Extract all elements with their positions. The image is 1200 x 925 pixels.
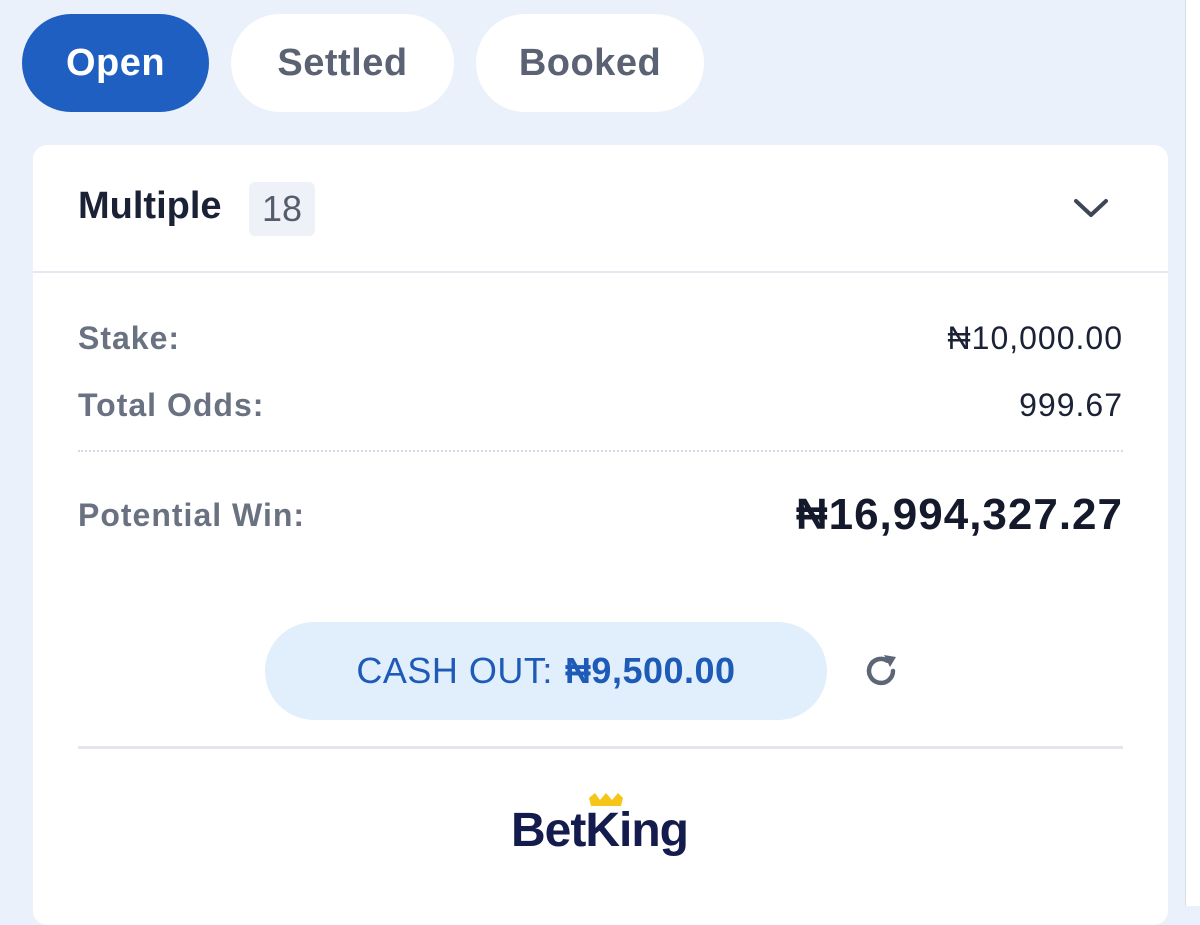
potential-win-row: Potential Win: ₦16,994,327.27 (78, 490, 1123, 540)
refresh-icon[interactable] (860, 650, 902, 692)
bet-status-tabs: Open Settled Booked (22, 14, 704, 112)
cash-out-label: CASH OUT: (356, 650, 553, 691)
dotted-divider (78, 450, 1123, 452)
chevron-down-icon[interactable] (1073, 195, 1109, 221)
footer-divider (78, 746, 1123, 749)
potential-win-label: Potential Win: (78, 496, 306, 533)
tab-open[interactable]: Open (22, 14, 209, 112)
bet-card-header[interactable]: Multiple 18 (33, 145, 1168, 273)
total-odds-row: Total Odds: 999.67 (78, 387, 1123, 424)
cash-out-amount: ₦9,500.00 (564, 650, 736, 691)
bet-card: Multiple 18 Stake: ₦10,000.00 Total Odds… (33, 145, 1168, 925)
tab-booked[interactable]: Booked (476, 14, 704, 112)
bet-type-label: Multiple (78, 185, 222, 227)
total-odds-label: Total Odds: (78, 387, 265, 423)
betking-logo: BetKing (511, 793, 689, 857)
stake-value: ₦10,000.00 (947, 320, 1123, 356)
total-odds-value: 999.67 (1019, 387, 1123, 423)
stake-label: Stake: (78, 320, 181, 356)
tab-settled[interactable]: Settled (231, 14, 454, 112)
brand-wordmark: BetKing (511, 804, 688, 857)
side-panel-edge (1185, 0, 1200, 906)
cash-out-button[interactable]: CASH OUT: ₦9,500.00 (265, 622, 827, 720)
potential-win-value: ₦16,994,327.27 (795, 490, 1123, 539)
stake-row: Stake: ₦10,000.00 (78, 320, 1123, 357)
selection-count-badge: 18 (249, 182, 315, 236)
